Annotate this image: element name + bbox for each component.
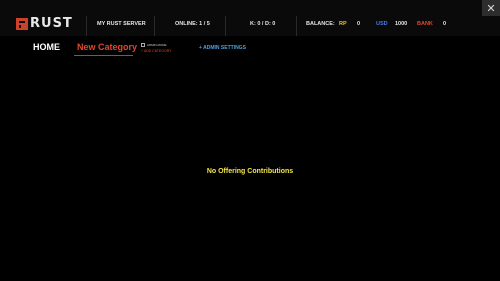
- top-bar: RUST MY RUST SERVER ONLINE: 1 / 5 K: 0 /…: [0, 0, 500, 36]
- close-icon: ✕: [486, 1, 496, 15]
- usd-value: 1000: [395, 21, 408, 27]
- active-tab-underline: [74, 55, 133, 56]
- empty-state-message: No Offering Contributions: [206, 168, 294, 175]
- usd-label: USD: [376, 21, 388, 27]
- divider: [86, 16, 87, 36]
- rp-value: 0: [357, 21, 361, 27]
- divider: [225, 16, 226, 36]
- admin-mode-checkbox[interactable]: [141, 43, 145, 47]
- bank-label: BANK: [417, 21, 433, 27]
- add-category-button[interactable]: + ADD CATEGORY: [141, 49, 172, 53]
- rp-label: RP: [339, 21, 347, 27]
- balance-label: BALANCE:: [306, 21, 335, 27]
- admin-mode-toggle[interactable]: ADMIN MODE: [141, 43, 167, 47]
- bank-value: 0: [443, 21, 447, 27]
- admin-mode-label: ADMIN MODE: [147, 43, 167, 47]
- kill-death: K: 0 / D: 0: [250, 21, 276, 27]
- nav-home[interactable]: HOME: [33, 42, 60, 53]
- logo-text: RUST: [30, 16, 73, 31]
- rust-logo: RUST: [16, 17, 73, 30]
- server-name: MY RUST SERVER: [97, 21, 146, 27]
- close-button[interactable]: ✕: [482, 0, 500, 16]
- nav-category-tab[interactable]: New Category: [77, 42, 137, 53]
- divider: [296, 16, 297, 36]
- divider: [154, 16, 155, 36]
- rust-logo-icon: [16, 17, 28, 30]
- admin-settings-button[interactable]: + ADMIN SETTINGS: [199, 45, 246, 51]
- online-count: ONLINE: 1 / 5: [175, 21, 210, 27]
